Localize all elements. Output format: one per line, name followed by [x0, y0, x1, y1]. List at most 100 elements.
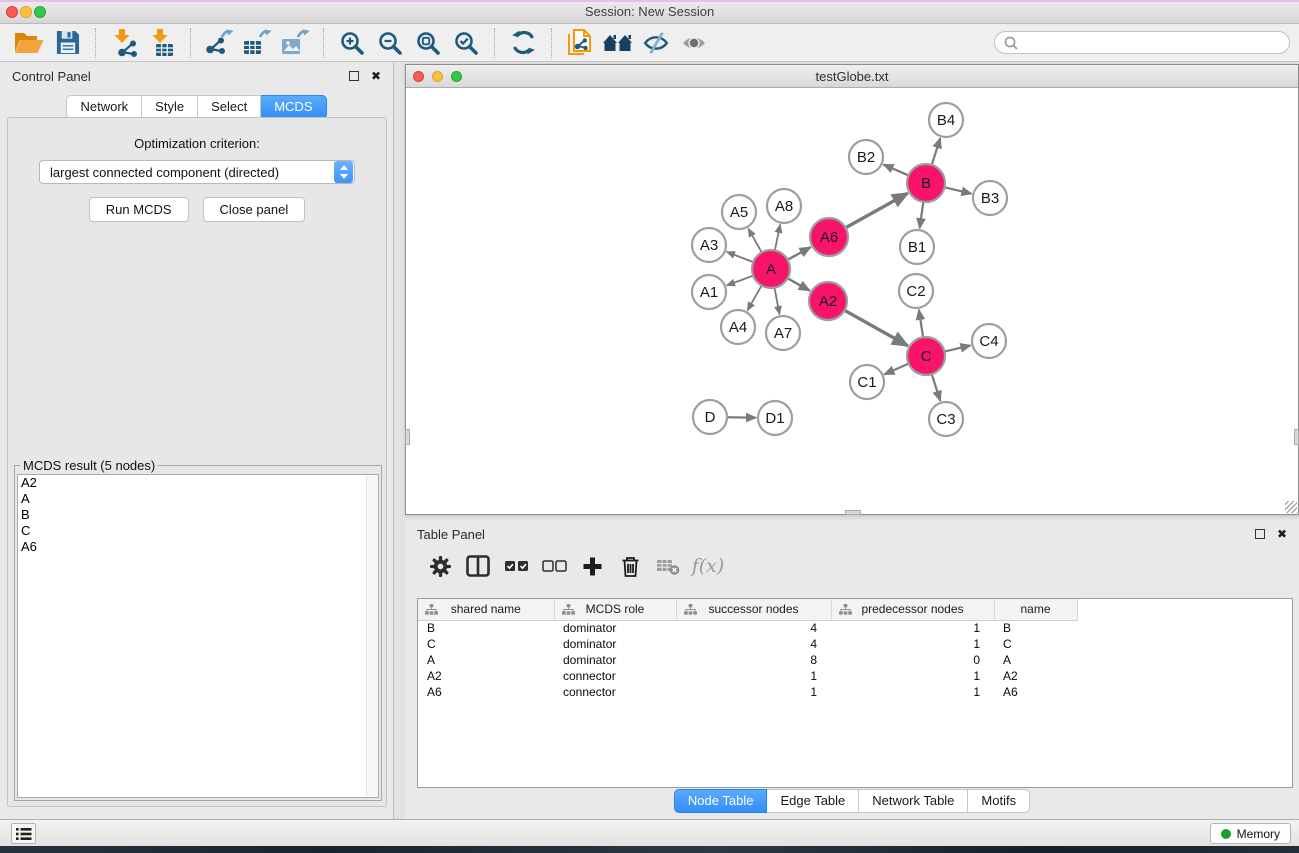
table-settings-button[interactable] — [423, 550, 457, 582]
show-all-button[interactable] — [675, 27, 713, 59]
table-cell[interactable]: B — [994, 620, 1077, 636]
resize-grip-left[interactable] — [405, 429, 410, 445]
graph-node-A[interactable]: A — [752, 250, 790, 288]
graph-edge-A-A5[interactable] — [748, 229, 761, 253]
export-network-button[interactable] — [200, 27, 238, 59]
table-row[interactable]: Bdominator41B — [418, 620, 1077, 636]
network-graph[interactable]: AA1A2A3A4A5A6A7A8BB1B2B3B4CC1C2C3C4DD1 — [406, 88, 1298, 514]
table-cell[interactable]: 8 — [676, 652, 831, 668]
graph-edge-B-B3[interactable] — [944, 187, 971, 193]
close-panel-button[interactable]: Close panel — [203, 197, 306, 222]
table-cell[interactable]: 0 — [831, 652, 994, 668]
graph-node-C4[interactable]: C4 — [972, 324, 1006, 358]
resize-grip-right[interactable] — [1294, 429, 1299, 445]
column-header-shared-name[interactable]: shared name — [418, 599, 554, 620]
maximize-traffic-light[interactable] — [34, 6, 46, 18]
hide-selected-button[interactable] — [637, 27, 675, 59]
function-builder-button[interactable]: f(x) — [689, 550, 723, 582]
table-cell[interactable]: A6 — [994, 684, 1077, 700]
close-panel-icon[interactable]: ✖ — [1277, 529, 1287, 539]
table-row[interactable]: A2connector11A2 — [418, 668, 1077, 684]
table-cell[interactable]: A6 — [418, 684, 554, 700]
run-mcds-button[interactable]: Run MCDS — [89, 197, 189, 222]
graph-node-C2[interactable]: C2 — [899, 274, 933, 308]
tab-network-table[interactable]: Network Table — [859, 789, 968, 813]
column-header-mcds-role[interactable]: MCDS role — [554, 599, 676, 620]
graph-edge-C-C2[interactable] — [919, 310, 923, 337]
tab-motifs[interactable]: Motifs — [968, 789, 1030, 813]
table-cell[interactable]: A — [418, 652, 554, 668]
column-layout-button[interactable] — [461, 550, 495, 582]
network-window-titlebar[interactable]: testGlobe.txt — [406, 65, 1298, 88]
graph-edge-A-A8[interactable] — [775, 225, 780, 251]
graph-node-D1[interactable]: D1 — [758, 401, 792, 435]
show-hide-panels-button[interactable] — [599, 27, 637, 59]
table-cell[interactable]: A2 — [994, 668, 1077, 684]
table-cell[interactable]: 4 — [676, 636, 831, 652]
zoom-fit-button[interactable] — [409, 27, 447, 59]
table-cell[interactable]: dominator — [554, 620, 676, 636]
graph-edge-A-A2[interactable] — [788, 278, 810, 290]
graph-node-A3[interactable]: A3 — [692, 228, 726, 262]
tab-node-table[interactable]: Node Table — [674, 789, 768, 813]
save-session-button[interactable] — [48, 27, 86, 59]
tab-edge-table[interactable]: Edge Table — [767, 789, 859, 813]
graph-edge-A-A7[interactable] — [775, 288, 780, 315]
table-cell[interactable]: 1 — [831, 684, 994, 700]
tab-style[interactable]: Style — [142, 95, 198, 119]
graph-node-D[interactable]: D — [693, 400, 727, 434]
list-scrollbar-track[interactable] — [366, 475, 378, 797]
table-cell[interactable]: connector — [554, 668, 676, 684]
graph-edge-A6-B[interactable] — [846, 193, 908, 228]
graph-node-A1[interactable]: A1 — [692, 275, 726, 309]
minimize-traffic-light[interactable] — [20, 6, 32, 18]
mcds-result-list[interactable]: A2ABCA6 — [17, 474, 379, 798]
memory-button[interactable]: Memory — [1210, 823, 1291, 844]
maximize-traffic-light[interactable] — [451, 71, 462, 82]
search-box[interactable] — [994, 31, 1290, 54]
zoom-selected-button[interactable] — [447, 27, 485, 59]
graph-node-A2[interactable]: A2 — [809, 282, 847, 320]
table-cell[interactable]: 1 — [676, 684, 831, 700]
graph-edge-C-C1[interactable] — [884, 364, 908, 375]
graph-node-B3[interactable]: B3 — [973, 181, 1007, 215]
tab-mcds[interactable]: MCDS — [261, 95, 326, 119]
table-row[interactable]: Cdominator41C — [418, 636, 1077, 652]
mcds-result-item[interactable]: A6 — [18, 539, 378, 555]
table-row[interactable]: A6connector11A6 — [418, 684, 1077, 700]
delete-column-button[interactable] — [613, 550, 647, 582]
select-all-button[interactable] — [499, 550, 533, 582]
network-canvas[interactable]: AA1A2A3A4A5A6A7A8BB1B2B3B4CC1C2C3C4DD1 — [406, 88, 1298, 514]
table-cell[interactable]: dominator — [554, 652, 676, 668]
graph-node-A8[interactable]: A8 — [767, 189, 801, 223]
add-column-button[interactable] — [575, 550, 609, 582]
graph-node-A5[interactable]: A5 — [722, 195, 756, 229]
column-header-name[interactable]: name — [994, 599, 1077, 620]
table-cell[interactable]: 1 — [676, 668, 831, 684]
export-image-button[interactable] — [276, 27, 314, 59]
table-cell[interactable]: 1 — [831, 620, 994, 636]
column-header-predecessor-nodes[interactable]: predecessor nodes — [831, 599, 994, 620]
float-panel-icon[interactable] — [349, 71, 359, 81]
open-file-button[interactable] — [10, 27, 48, 59]
destroy-table-button[interactable] — [651, 550, 685, 582]
table-cell[interactable]: 1 — [831, 636, 994, 652]
close-traffic-light[interactable] — [413, 71, 424, 82]
resize-grip-corner[interactable] — [1285, 501, 1297, 513]
graph-edge-A-A6[interactable] — [788, 247, 811, 260]
graph-edge-B-B1[interactable] — [920, 202, 924, 228]
search-input[interactable] — [1024, 36, 1281, 50]
tab-network[interactable]: Network — [66, 95, 142, 119]
minimize-traffic-light[interactable] — [432, 71, 443, 82]
mcds-result-item[interactable]: B — [18, 507, 378, 523]
apply-layout-button[interactable] — [504, 27, 542, 59]
table-cell[interactable]: A2 — [418, 668, 554, 684]
zoom-out-button[interactable] — [371, 27, 409, 59]
graph-edge-C-C3[interactable] — [932, 374, 941, 401]
task-history-button[interactable] — [11, 823, 36, 844]
graph-edge-A-A4[interactable] — [747, 286, 761, 311]
graph-node-B4[interactable]: B4 — [929, 103, 963, 137]
table-cell[interactable]: dominator — [554, 636, 676, 652]
import-table-button[interactable] — [143, 27, 181, 59]
float-panel-icon[interactable] — [1255, 529, 1265, 539]
